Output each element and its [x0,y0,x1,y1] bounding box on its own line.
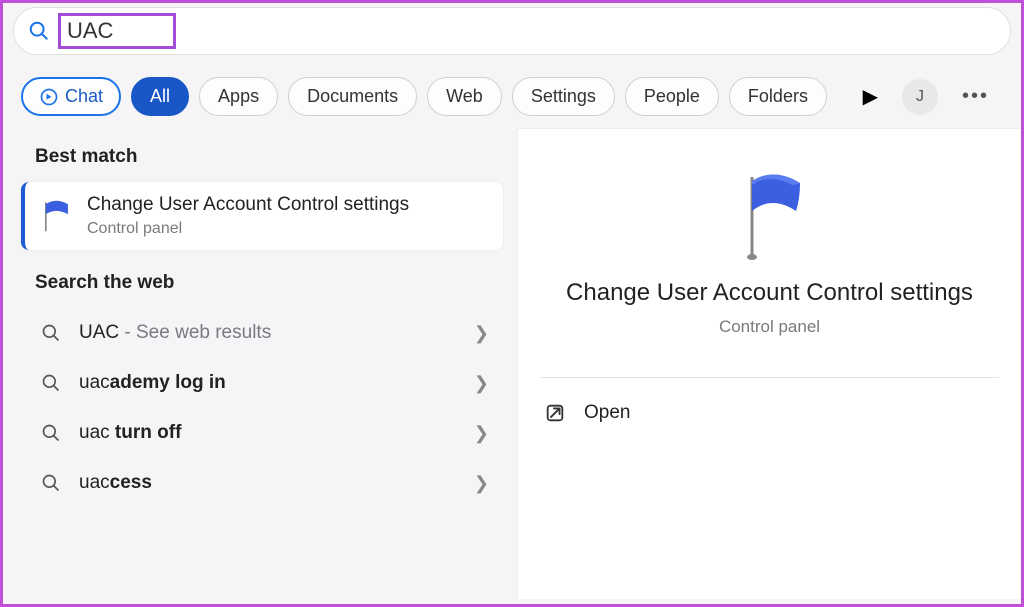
open-label: Open [584,402,630,424]
web-results-list: UAC - See web results ❯ uacademy log in … [21,308,503,508]
search-window: Chat All Apps Documents Web Settings Peo… [0,0,1024,607]
preview-pane: Change User Account Control settings Con… [517,128,1021,599]
best-match-result[interactable]: Change User Account Control settings Con… [21,182,503,250]
preview-subtitle: Control panel [540,317,999,337]
chevron-right-icon: ❯ [474,423,489,444]
filter-folders[interactable]: Folders [729,77,827,116]
flag-icon [39,199,73,233]
filter-chat[interactable]: Chat [21,77,121,116]
search-web-heading: Search the web [35,272,497,294]
web-result-0[interactable]: UAC - See web results ❯ [21,308,503,358]
preview-title: Change User Account Control settings [540,279,999,307]
search-icon [41,323,61,343]
open-external-icon [544,402,566,424]
chevron-right-icon: ❯ [474,323,489,344]
search-icon [41,373,61,393]
more-filters-arrow-icon[interactable]: ▶ [863,84,878,109]
search-icon [41,423,61,443]
search-icon [41,473,61,493]
overflow-menu-icon[interactable]: ••• [962,85,989,108]
best-match-heading: Best match [35,146,497,168]
web-result-2[interactable]: uac turn off ❯ [21,408,503,458]
filter-web[interactable]: Web [427,77,502,116]
search-input[interactable] [67,18,167,44]
filter-chat-label: Chat [65,86,103,107]
chevron-right-icon: ❯ [474,373,489,394]
open-action[interactable]: Open [540,378,999,448]
filter-apps[interactable]: Apps [199,77,278,116]
best-match-title: Change User Account Control settings [87,194,409,216]
user-avatar[interactable]: J [902,79,938,115]
filter-all[interactable]: All [131,77,189,116]
flag-icon [734,171,806,261]
search-icon [28,20,50,42]
filter-settings[interactable]: Settings [512,77,615,116]
best-match-subtitle: Control panel [87,220,409,238]
filter-documents[interactable]: Documents [288,77,417,116]
bing-chat-icon [39,87,59,107]
web-result-3[interactable]: uaccess ❯ [21,458,503,508]
web-result-1[interactable]: uacademy log in ❯ [21,358,503,408]
search-highlight [58,13,176,49]
results-column: Best match Change User Account Control s… [3,128,513,599]
filter-people[interactable]: People [625,77,719,116]
chevron-right-icon: ❯ [474,473,489,494]
filter-row: Chat All Apps Documents Web Settings Peo… [3,55,1021,128]
search-bar[interactable] [13,7,1011,55]
